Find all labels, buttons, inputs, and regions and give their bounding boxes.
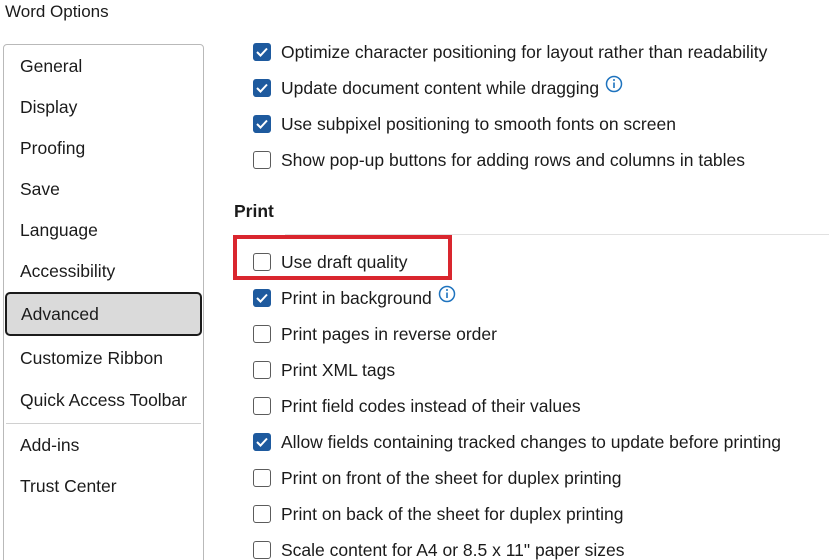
checkmark-icon — [256, 437, 268, 447]
checkbox-checked[interactable] — [253, 79, 271, 97]
option-show-popup-buttons[interactable]: Show pop-up buttons for adding rows and … — [253, 148, 745, 172]
checkbox-unchecked[interactable] — [253, 361, 271, 379]
option-label: Allow fields containing tracked changes … — [281, 432, 782, 452]
section-title-print: Print — [234, 201, 274, 221]
option-label: Update document content while dragging — [281, 78, 600, 98]
sidebar-divider — [6, 423, 201, 424]
sidebar-item-display[interactable]: Display — [20, 95, 77, 119]
highlight-box-draft-quality — [233, 235, 452, 280]
word-options-dialog: Word Options General Display Proofing Sa… — [0, 0, 829, 560]
sidebar-item-trust-center[interactable]: Trust Center — [20, 474, 117, 498]
option-label: Print field codes instead of their value… — [281, 396, 581, 416]
option-allow-fields-tracked-changes[interactable]: Allow fields containing tracked changes … — [253, 430, 781, 454]
checkmark-icon — [256, 293, 268, 303]
option-optimize-character-positioning[interactable]: Optimize character positioning for layou… — [253, 40, 767, 64]
info-circle-icon[interactable] — [605, 75, 623, 93]
sidebar-item-accessibility[interactable]: Accessibility — [20, 259, 115, 283]
checkbox-checked[interactable] — [253, 289, 271, 307]
checkmark-icon — [256, 47, 268, 57]
checkbox-unchecked[interactable] — [253, 541, 271, 559]
option-print-reverse-order[interactable]: Print pages in reverse order — [253, 322, 497, 346]
checkbox-unchecked[interactable] — [253, 469, 271, 487]
option-label: Print on back of the sheet for duplex pr… — [281, 504, 624, 524]
checkbox-unchecked[interactable] — [253, 397, 271, 415]
checkbox-checked[interactable] — [253, 43, 271, 61]
sidebar-item-advanced[interactable]: Advanced — [5, 292, 202, 336]
option-label: Print XML tags — [281, 360, 396, 380]
option-label: Print pages in reverse order — [281, 324, 497, 344]
option-print-back-duplex[interactable]: Print on back of the sheet for duplex pr… — [253, 502, 623, 526]
option-label: Show pop-up buttons for adding rows and … — [281, 150, 746, 170]
checkbox-unchecked[interactable] — [253, 325, 271, 343]
option-print-xml-tags[interactable]: Print XML tags — [253, 358, 395, 382]
option-scale-content-paper-sizes[interactable]: Scale content for A4 or 8.5 x 11" paper … — [253, 538, 624, 560]
option-label: Print on front of the sheet for duplex p… — [281, 468, 622, 488]
checkbox-unchecked[interactable] — [253, 505, 271, 523]
option-label: Optimize character positioning for layou… — [281, 42, 768, 62]
checkbox-checked[interactable] — [253, 115, 271, 133]
dialog-title: Word Options — [5, 2, 109, 21]
sidebar-item-save[interactable]: Save — [20, 177, 60, 201]
checkbox-checked[interactable] — [253, 433, 271, 451]
option-label: Scale content for A4 or 8.5 x 11" paper … — [281, 540, 625, 560]
option-label: Use subpixel positioning to smooth fonts… — [281, 114, 676, 134]
option-print-in-background[interactable]: Print in background — [253, 285, 456, 310]
info-circle-icon[interactable] — [438, 285, 456, 303]
option-label: Print in background — [281, 288, 432, 308]
option-subpixel-positioning[interactable]: Use subpixel positioning to smooth fonts… — [253, 112, 676, 136]
checkmark-icon — [256, 83, 268, 93]
options-sidebar: General Display Proofing Save Language A… — [3, 44, 204, 560]
sidebar-item-add-ins[interactable]: Add-ins — [20, 433, 79, 457]
option-print-front-duplex[interactable]: Print on front of the sheet for duplex p… — [253, 466, 621, 490]
sidebar-item-language[interactable]: Language — [20, 218, 98, 242]
sidebar-item-general[interactable]: General — [20, 54, 82, 78]
sidebar-item-proofing[interactable]: Proofing — [20, 136, 85, 160]
checkbox-unchecked[interactable] — [253, 151, 271, 169]
advanced-options-panel: Optimize character positioning for layou… — [205, 0, 829, 560]
option-update-content-while-dragging[interactable]: Update document content while dragging — [253, 75, 623, 100]
checkmark-icon — [256, 119, 268, 129]
option-print-field-codes[interactable]: Print field codes instead of their value… — [253, 394, 581, 418]
sidebar-item-quick-access-toolbar[interactable]: Quick Access Toolbar — [20, 388, 187, 412]
sidebar-item-customize-ribbon[interactable]: Customize Ribbon — [20, 346, 163, 370]
